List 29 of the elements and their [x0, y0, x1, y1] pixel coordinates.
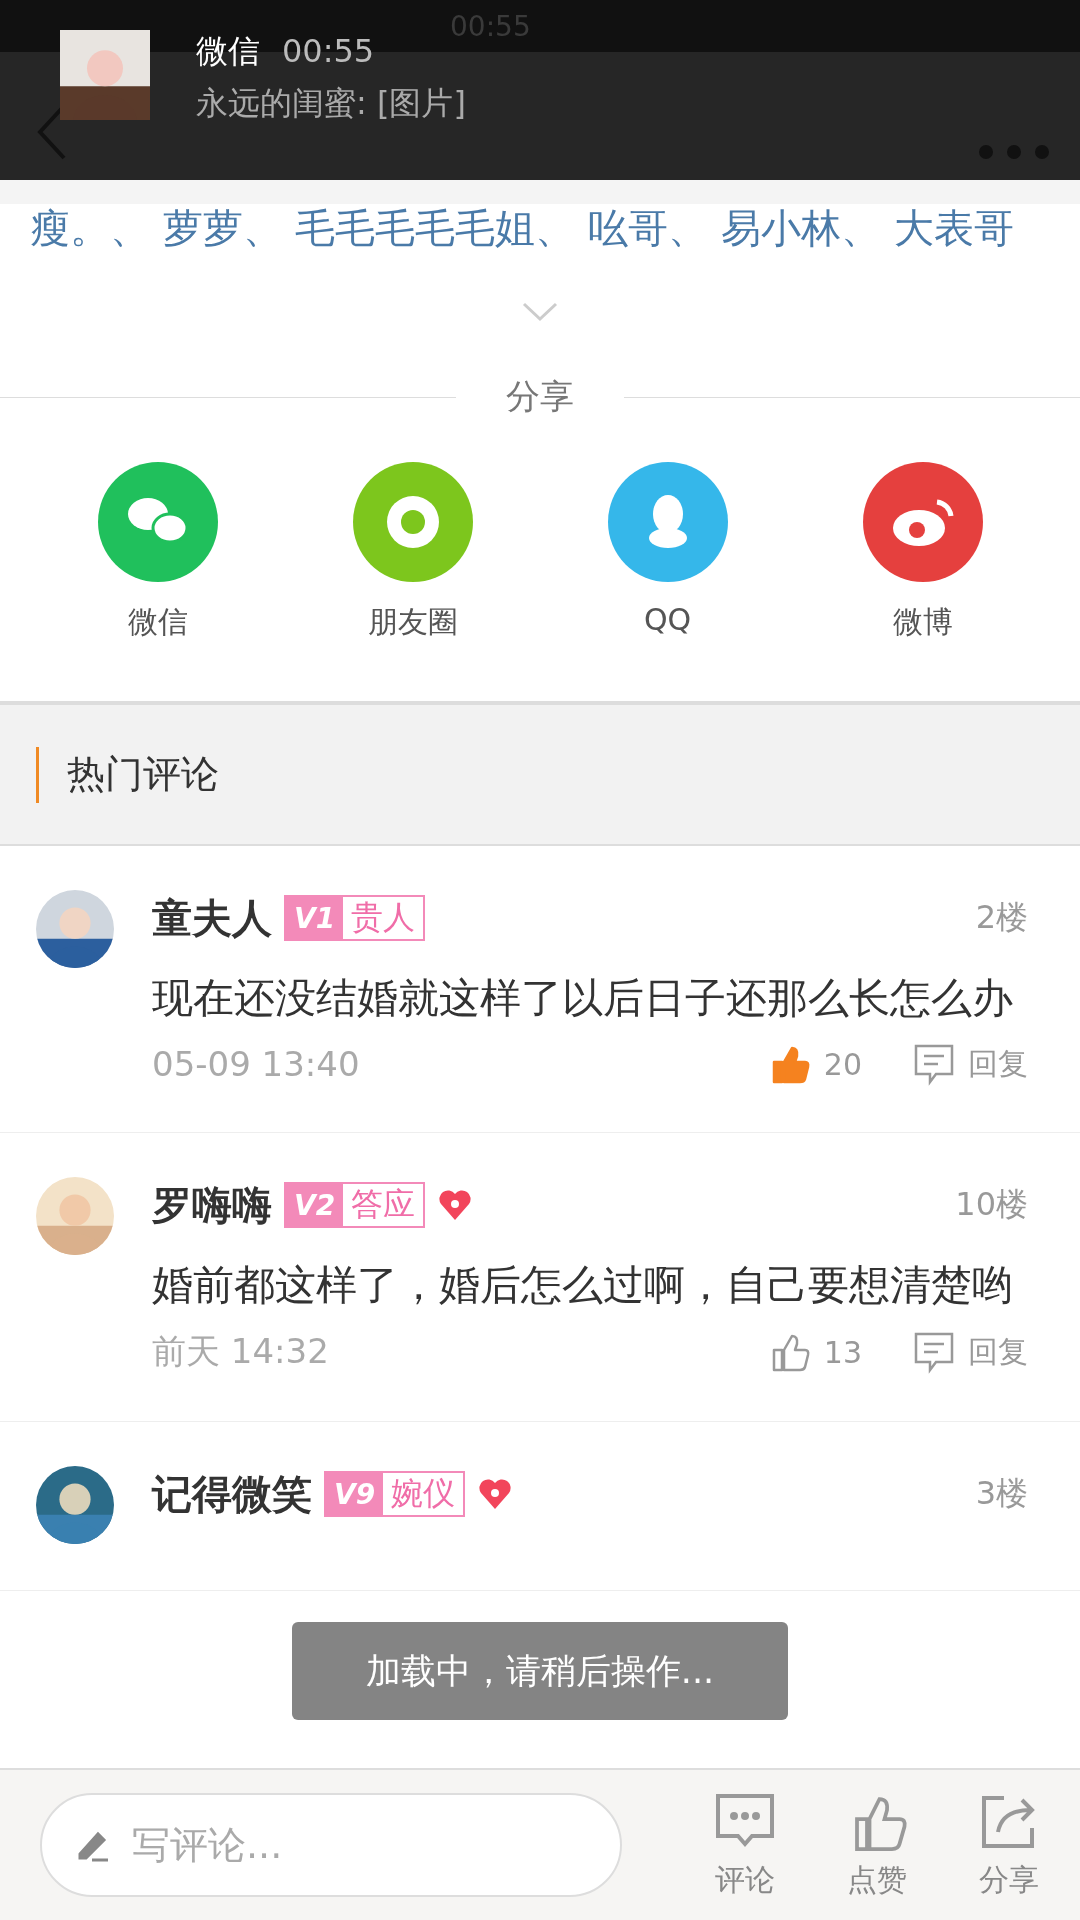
comment-text: 现在还没结婚就这样了以后日子还那么长怎么办 [152, 973, 1014, 1024]
chevron-down-icon[interactable] [522, 302, 558, 322]
share-option[interactable]: 微博 [822, 462, 1023, 643]
share-title: 分享 [505, 375, 575, 418]
comment-input[interactable]: 写评论... [40, 1793, 622, 1897]
speech-bubble-icon [912, 1330, 956, 1374]
liker-names: 瘦。、 萝萝、 毛毛毛毛毛姐、 吆哥、 易小林、 大表哥 [29, 204, 1015, 252]
comment-time: 前天 14:32 [152, 1330, 330, 1373]
floor-number: 3楼 [975, 1473, 1028, 1514]
notification-message: 永远的闺蜜: [图片] [196, 83, 466, 124]
notification-app: 微信 [196, 31, 260, 72]
level-badge: V9 婉仪 [324, 1471, 466, 1517]
user-name[interactable]: 童夫人 [152, 890, 272, 946]
section-title: 热门评论 [67, 751, 219, 798]
loading-toast: 加载中，请稍后操作... [292, 1622, 788, 1720]
level-badge: V1 贵人 [284, 895, 426, 941]
user-name[interactable]: 罗嗨嗨 [152, 1177, 272, 1233]
floor-number: 2楼 [975, 897, 1028, 938]
speech-bubble-icon [912, 1042, 956, 1086]
user-name[interactable]: 记得微笑 [152, 1466, 312, 1522]
notification-banner[interactable]: 微信 00:55 永远的闺蜜: [图片] [60, 30, 466, 126]
level-badge: V2 答应 [284, 1182, 426, 1228]
share-option[interactable]: 朋友圈 [312, 462, 513, 643]
comment-time: 05-09 13:40 [152, 1044, 361, 1084]
share-option[interactable]: QQ [567, 462, 768, 643]
share-option[interactable]: 微信 [57, 462, 258, 643]
comment-text: 婚前都这样了，婚后怎么过啊，自己要想清楚哟 [152, 1260, 1014, 1311]
notification-time: 00:55 [282, 32, 375, 70]
floor-number: 10楼 [955, 1184, 1028, 1225]
